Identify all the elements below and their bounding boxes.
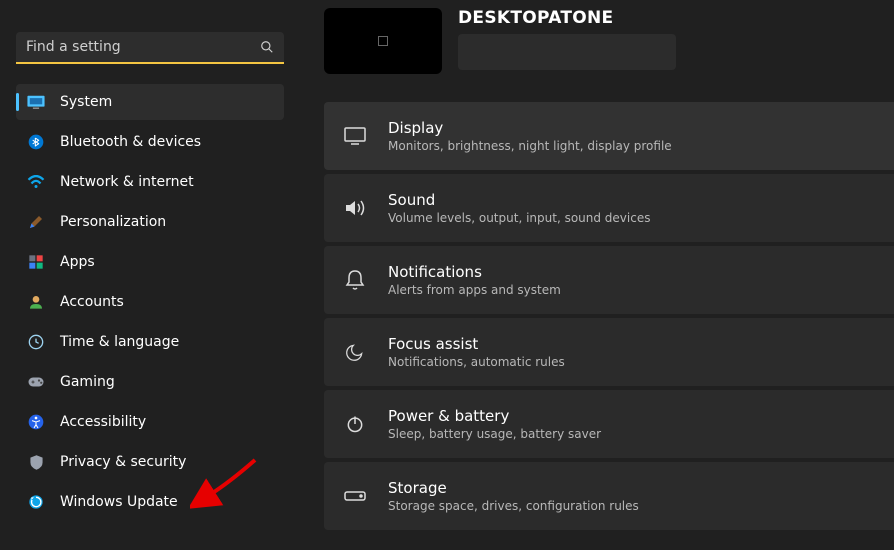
- sidebar-item-system[interactable]: System: [16, 84, 284, 120]
- sidebar-item-label: Windows Update: [60, 494, 178, 510]
- privacy-icon: [26, 452, 46, 472]
- time-icon: [26, 332, 46, 352]
- sidebar-item-accounts[interactable]: Accounts: [16, 284, 284, 320]
- sidebar-item-label: Network & internet: [60, 174, 194, 190]
- sidebar-item-label: Accessibility: [60, 414, 146, 430]
- setting-subtitle: Sleep, battery usage, battery saver: [388, 427, 601, 441]
- sidebar-item-label: Personalization: [60, 214, 166, 230]
- system-icon: [26, 92, 46, 112]
- preview-window-icon: [378, 36, 388, 46]
- setting-title: Focus assist: [388, 335, 565, 353]
- search-input[interactable]: [26, 39, 260, 55]
- sidebar-item-label: Time & language: [60, 334, 179, 350]
- setting-subtitle: Notifications, automatic rules: [388, 355, 565, 369]
- network-icon: [26, 172, 46, 192]
- pc-header: DESKTOPATONE: [324, 8, 894, 74]
- setting-item-power[interactable]: Power & battery Sleep, battery usage, ba…: [324, 390, 894, 458]
- desktop-preview[interactable]: [324, 8, 442, 74]
- accessibility-icon: [26, 412, 46, 432]
- search-icon: [260, 40, 274, 54]
- setting-title: Power & battery: [388, 407, 601, 425]
- sidebar-item-label: Gaming: [60, 374, 115, 390]
- setting-item-display[interactable]: Display Monitors, brightness, night ligh…: [324, 102, 894, 170]
- search-box[interactable]: [16, 32, 284, 64]
- rename-pc-area[interactable]: [458, 34, 676, 70]
- setting-item-sound[interactable]: Sound Volume levels, output, input, soun…: [324, 174, 894, 242]
- sidebar-item-label: Bluetooth & devices: [60, 134, 201, 150]
- focus-icon: [342, 339, 368, 365]
- setting-subtitle: Alerts from apps and system: [388, 283, 561, 297]
- storage-icon: [342, 483, 368, 509]
- setting-title: Notifications: [388, 263, 561, 281]
- setting-title: Sound: [388, 191, 650, 209]
- bluetooth-icon: [26, 132, 46, 152]
- sidebar-item-bluetooth[interactable]: Bluetooth & devices: [16, 124, 284, 160]
- sidebar-item-label: Privacy & security: [60, 454, 186, 470]
- sound-icon: [342, 195, 368, 221]
- setting-title: Storage: [388, 479, 639, 497]
- sidebar-item-windows-update[interactable]: Windows Update: [16, 484, 284, 520]
- gaming-icon: [26, 372, 46, 392]
- setting-subtitle: Volume levels, output, input, sound devi…: [388, 211, 650, 225]
- setting-item-storage[interactable]: Storage Storage space, drives, configura…: [324, 462, 894, 530]
- sidebar-item-gaming[interactable]: Gaming: [16, 364, 284, 400]
- notifications-icon: [342, 267, 368, 293]
- sidebar-item-label: Apps: [60, 254, 95, 270]
- apps-icon: [26, 252, 46, 272]
- sidebar-item-personalization[interactable]: Personalization: [16, 204, 284, 240]
- power-icon: [342, 411, 368, 437]
- sidebar: System Bluetooth & devices Network & int…: [0, 0, 300, 550]
- setting-subtitle: Monitors, brightness, night light, displ…: [388, 139, 672, 153]
- sidebar-item-network[interactable]: Network & internet: [16, 164, 284, 200]
- setting-subtitle: Storage space, drives, configuration rul…: [388, 499, 639, 513]
- settings-list: Display Monitors, brightness, night ligh…: [324, 102, 894, 530]
- setting-title: Display: [388, 119, 672, 137]
- pc-name: DESKTOPATONE: [458, 8, 676, 28]
- sidebar-item-label: Accounts: [60, 294, 124, 310]
- accounts-icon: [26, 292, 46, 312]
- display-icon: [342, 123, 368, 149]
- setting-item-notifications[interactable]: Notifications Alerts from apps and syste…: [324, 246, 894, 314]
- setting-item-focus-assist[interactable]: Focus assist Notifications, automatic ru…: [324, 318, 894, 386]
- personalize-icon: [26, 212, 46, 232]
- main-content: DESKTOPATONE Display Monitors, brightnes…: [300, 0, 894, 550]
- sidebar-item-privacy[interactable]: Privacy & security: [16, 444, 284, 480]
- nav-list: System Bluetooth & devices Network & int…: [16, 84, 284, 520]
- update-icon: [26, 492, 46, 512]
- sidebar-item-label: System: [60, 94, 112, 110]
- sidebar-item-apps[interactable]: Apps: [16, 244, 284, 280]
- sidebar-item-accessibility[interactable]: Accessibility: [16, 404, 284, 440]
- sidebar-item-time[interactable]: Time & language: [16, 324, 284, 360]
